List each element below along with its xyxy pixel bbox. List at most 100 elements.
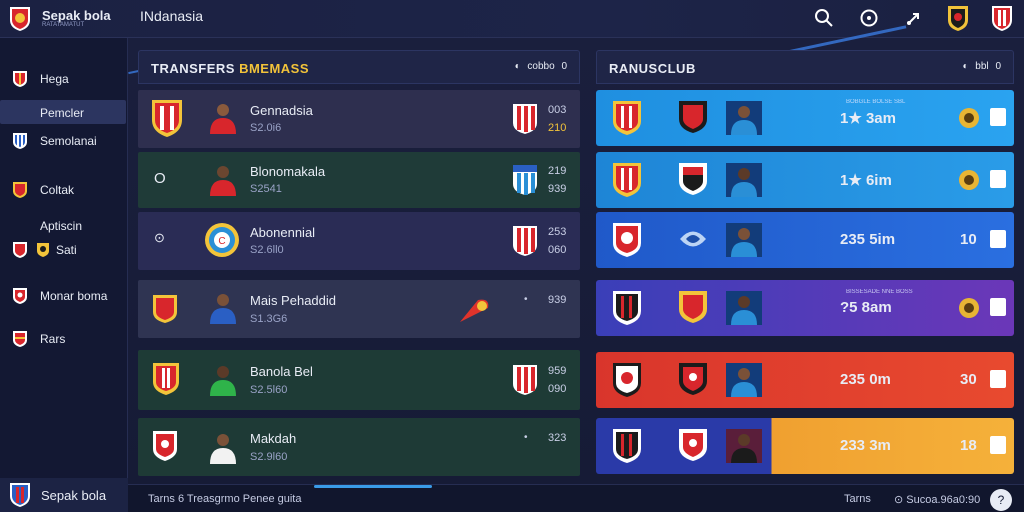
club-crest-icon [13,331,27,347]
transfer-row[interactable]: Makdah S2.9l60 • 323 [138,418,580,476]
ranking-row[interactable]: 233 3m 18 [596,418,1014,474]
footer-right-label: Tarns [844,493,871,505]
select-checkbox[interactable] [990,230,1006,248]
sidebar-item-label: Pemcler [40,106,85,120]
market-value: 1★ 3am [840,110,896,127]
player-value: S2.6ll0 [250,244,284,256]
transfer-row[interactable]: Banola Bel S2.5l60 959 090 [138,350,580,410]
stat-value: 939 [548,294,567,306]
club-crest-icon [153,295,177,323]
ranking-row[interactable]: BISSESADE NNE BOSS ?5 8am [596,280,1014,336]
player-name: Makdah [250,431,297,446]
help-icon[interactable]: ? [990,489,1012,511]
sidebar-item-label: Monar boma [40,289,108,303]
sidebar-item-label: Coltak [40,183,75,197]
market-value: 1★ 6im [840,172,892,189]
player-avatar [726,291,762,325]
transfer-row[interactable]: Gennadsia S2.0i6 003 210 [138,90,580,148]
transfers-control[interactable]: ◐ cobbo 0 [515,61,567,72]
sidebar-item-aptiscin[interactable]: Aptiscin [0,216,128,236]
sidebar-item-sati[interactable]: Sati [0,237,128,263]
club-crest-icon [613,363,641,397]
select-checkbox[interactable] [990,170,1006,188]
club-crest-icon [613,429,641,463]
rank-number: 10 [960,231,977,248]
toggle-icon: ◐ [514,61,521,72]
dot-icon: • [524,294,528,305]
sidebar-footer[interactable]: Sepak bola [0,478,128,512]
player-avatar [210,434,236,464]
club-flag-icon [513,104,537,134]
ranking-row[interactable]: 1★ 6im [596,152,1014,208]
player-value: S1.3G6 [250,313,288,325]
footer-bar: Tarns 6 Treasgrmo Penee guita Tarns ⊙ Su… [128,484,1024,512]
gold-badge-icon [959,298,979,318]
select-checkbox[interactable] [990,298,1006,316]
player-value: S2.9l60 [250,451,288,463]
ranking-title: RANUSCLUB [609,61,696,76]
app-title: Sepak bola [42,8,111,23]
stat-value: 253 [548,226,567,238]
ranking-header: RANUSCLUB ◐ bbl 0 [596,50,1014,84]
transfer-row[interactable]: O Blonomakala S2541 219 939 [138,152,580,208]
sidebar-item-label: Semolanai [40,134,97,148]
row-marker: ⊙ [154,230,165,245]
sidebar-item-label: Rars [40,332,66,346]
transfer-row[interactable]: Mais Pehaddid S1.3G6 • 939 [138,280,580,338]
sidebar-item-hega[interactable]: Hega [0,66,128,92]
select-checkbox[interactable] [990,370,1006,388]
player-avatar [210,104,236,134]
club-crest-icon [13,133,27,149]
stat-value: 323 [548,432,567,444]
club-crest-icon [153,363,179,395]
club-crest-icon [13,182,27,198]
player-value: S2.5l60 [250,384,288,396]
rank-number: 18 [960,437,977,454]
dot-icon: • [524,432,528,443]
stat-value: 210 [548,122,567,134]
gold-badge-icon [959,170,979,190]
market-value: ?5 8am [840,299,892,316]
stat-value: 060 [548,244,567,256]
ranking-control[interactable]: ◐ bbl 0 [962,61,1001,72]
stat-value: 090 [548,383,567,395]
transfers-title: TRANSFERS BMEMASS [151,61,310,76]
sidebar-item-rars[interactable]: Rars [0,326,128,352]
player-avatar [726,363,762,397]
select-checkbox[interactable] [990,108,1006,126]
club-crest-icon [13,242,27,258]
player-avatar [210,294,236,324]
club-crest-icon [679,429,707,461]
clock-icon: ⊙ [894,494,904,506]
sidebar: Hega Pemcler Semolanai Coltak Aptiscin S… [0,38,128,512]
footer-left-text: Tarns 6 Treasgrmo Penee guita [148,493,302,505]
app-logo-icon[interactable] [8,5,32,32]
club-crest-icon[interactable] [990,4,1014,32]
profile-crest-icon[interactable] [946,4,970,32]
sidebar-item-monar-boma[interactable]: Monar boma [0,283,128,309]
ranking-row[interactable]: BOBGLE BOLSE SBL 1★ 3am [596,90,1014,146]
sidebar-item-semolanai[interactable]: Semolanai [0,128,128,154]
player-avatar [726,429,762,463]
club-flag-icon [513,165,537,195]
market-value: 235 5im [840,231,896,248]
player-name: Blonomakala [250,164,326,179]
rank-number: 30 [960,371,977,388]
club-crest-icon [679,291,707,323]
club-crest-icon [680,231,706,247]
ranking-row[interactable]: 235 0m 30 [596,352,1014,408]
search-icon[interactable] [812,6,836,30]
transfer-row[interactable]: ⊙ C Abonennial S2.6ll0 253 060 [138,212,580,270]
sidebar-item-coltak[interactable]: Coltak [0,177,128,203]
region-label[interactable]: INdanasia [140,8,203,24]
scrollbar[interactable] [314,485,432,488]
app-logo-icon [10,483,30,507]
select-checkbox[interactable] [990,436,1006,454]
market-value: 233 3m [840,437,891,454]
sidebar-item-pemcler[interactable]: Pemcler [0,100,128,126]
ranking-row[interactable]: 235 5im 10 [596,212,1014,268]
player-value: S2.0i6 [250,122,282,134]
row-caption: BISSESADE NNE BOSS [846,289,913,295]
club-crest-icon: C [205,223,239,257]
target-icon[interactable] [857,6,881,30]
